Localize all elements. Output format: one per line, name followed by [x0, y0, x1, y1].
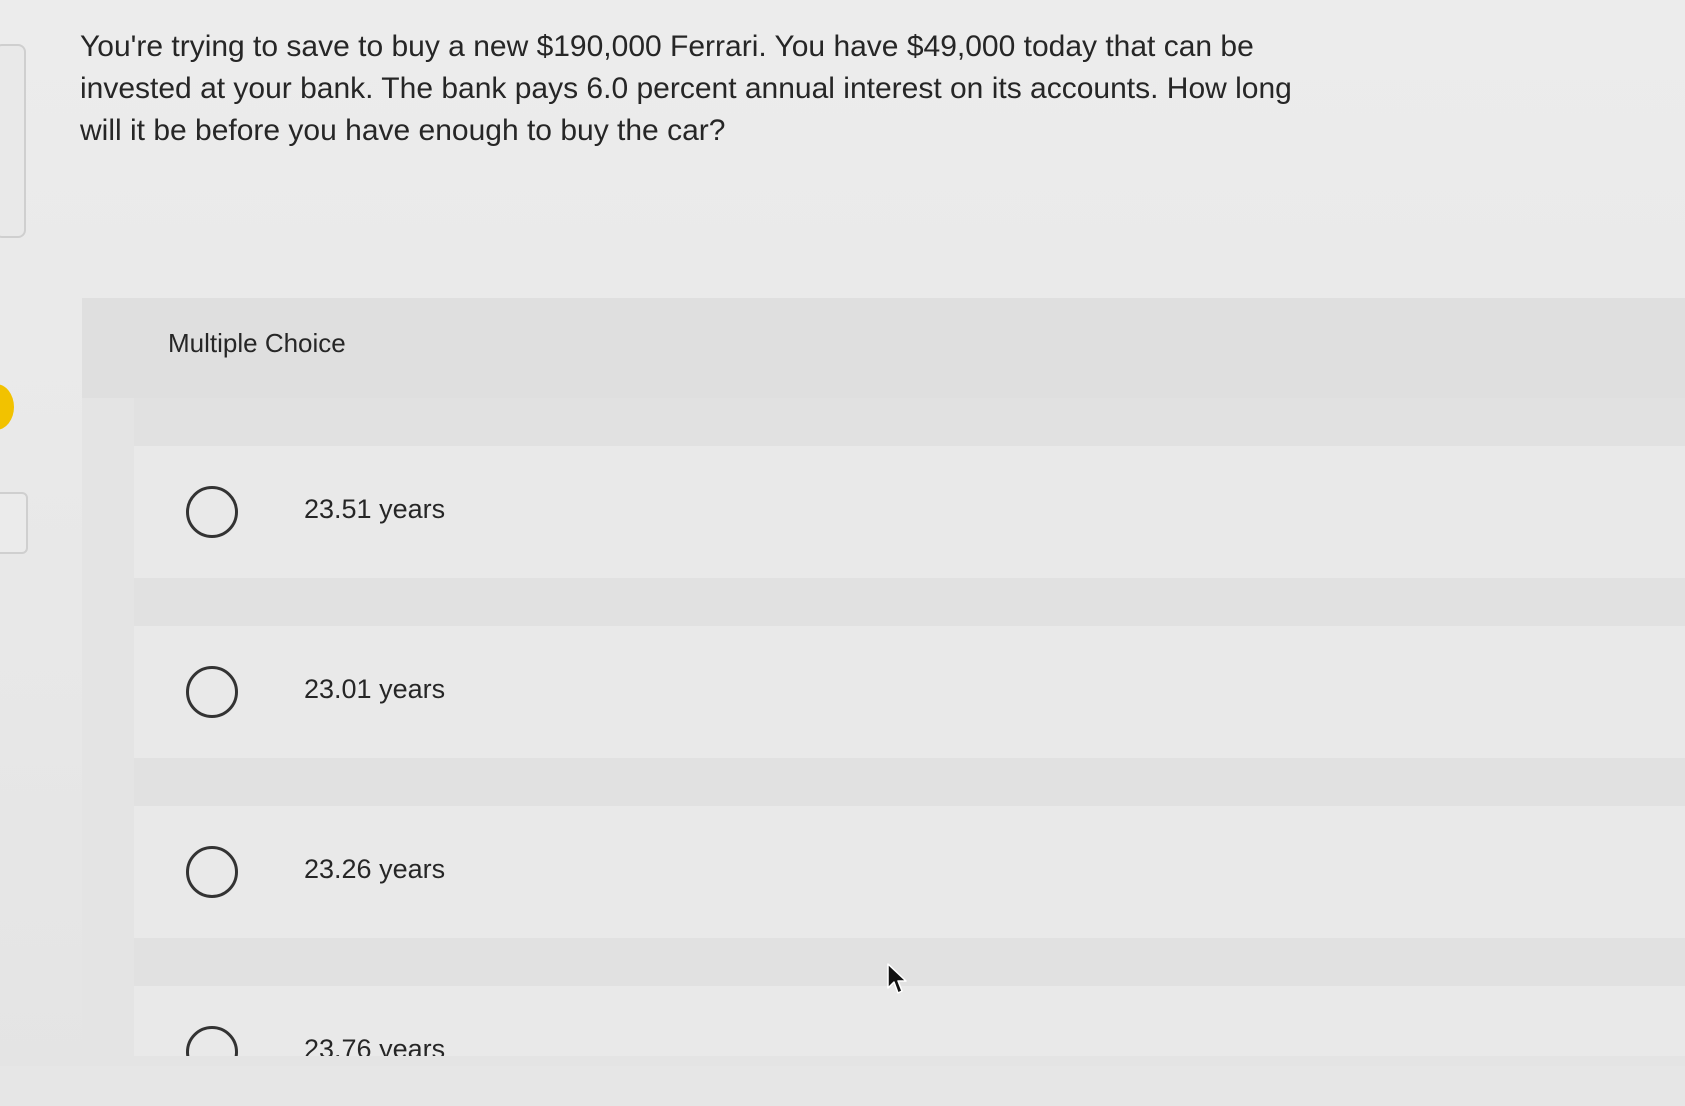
option-divider	[134, 938, 1685, 986]
choice-label: 23.76 years	[304, 1034, 446, 1056]
option-divider	[134, 578, 1685, 626]
choice-label: 23.01 years	[304, 674, 446, 704]
flag-dot-icon[interactable]	[0, 384, 14, 430]
multiple-choice-card: Multiple Choice 23.51 years 23.01 years …	[82, 298, 1685, 1066]
choice-option-3[interactable]: 23.26 years	[134, 806, 1685, 938]
radio-circle-icon[interactable]	[186, 666, 238, 718]
option-divider	[134, 758, 1685, 806]
question-text: You're trying to save to buy a new $190,…	[80, 30, 1292, 147]
radio-circle-icon[interactable]	[186, 846, 238, 898]
radio-circle-icon[interactable]	[186, 1026, 238, 1056]
choice-option-2[interactable]: 23.01 years	[134, 626, 1685, 758]
multiple-choice-header: Multiple Choice	[82, 298, 1685, 398]
option-divider	[134, 398, 1685, 446]
mouse-pointer-icon	[887, 963, 907, 994]
radio-circle-icon[interactable]	[186, 486, 238, 538]
choice-label: 23.26 years	[304, 854, 446, 884]
choice-option-1[interactable]: 23.51 years	[134, 446, 1685, 578]
left-panel-edge	[0, 44, 26, 238]
page-bottom-area	[0, 1066, 1685, 1106]
choice-label: 23.51 years	[304, 494, 446, 524]
left-nav-tab[interactable]	[0, 492, 28, 554]
choice-option-4[interactable]: 23.76 years	[134, 986, 1685, 1056]
multiple-choice-title: Multiple Choice	[168, 328, 346, 358]
